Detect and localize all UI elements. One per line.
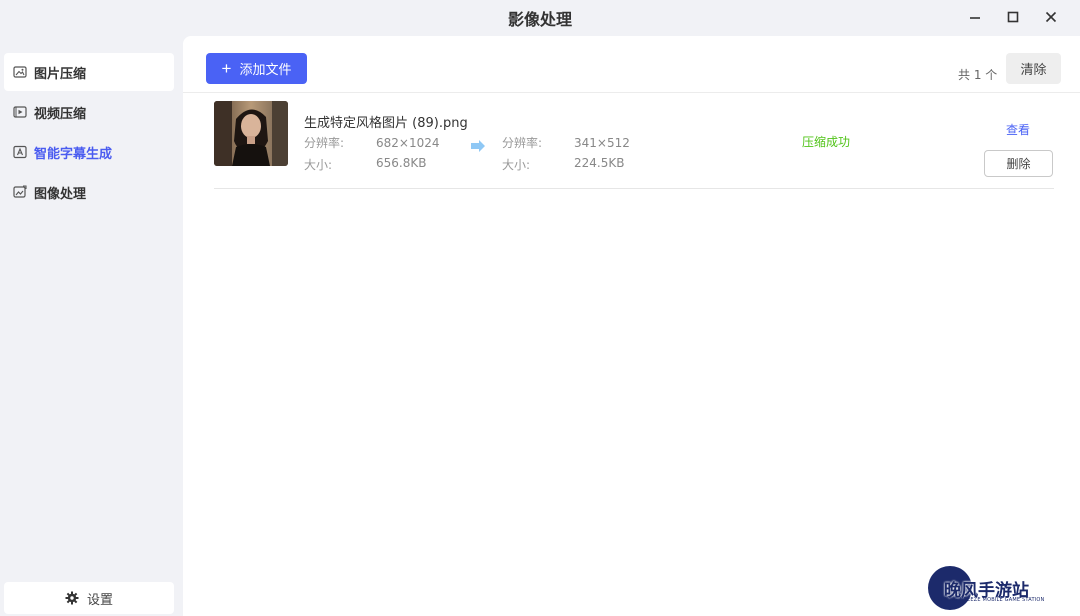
minimize-button[interactable] bbox=[956, 2, 994, 32]
original-resolution: 682×1024 bbox=[376, 136, 440, 150]
plus-icon: + bbox=[221, 59, 232, 78]
file-thumbnail bbox=[214, 101, 288, 166]
delete-button[interactable]: 删除 bbox=[984, 150, 1053, 177]
compressed-resolution-label: 分辨率: bbox=[502, 136, 543, 150]
title-bar: 影像处理 bbox=[0, 0, 1080, 36]
add-file-button[interactable]: + 添加文件 bbox=[206, 53, 307, 84]
gear-icon bbox=[65, 591, 79, 605]
video-icon bbox=[13, 105, 27, 119]
sidebar-item-image-process[interactable]: 图像处理 bbox=[4, 173, 174, 211]
sidebar-item-video-compress[interactable]: 视频压缩 bbox=[4, 93, 174, 131]
compressed-size-label: 大小: bbox=[502, 158, 531, 172]
sidebar-item-label: 视频压缩 bbox=[34, 106, 87, 122]
watermark-logo: 晚风手游站 EVENING BREEZE MOBILE GAME STATION bbox=[928, 566, 1068, 612]
minimize-icon bbox=[970, 17, 980, 19]
image-compress-icon bbox=[13, 65, 27, 79]
view-link[interactable]: 查看 bbox=[1006, 121, 1030, 138]
maximize-button[interactable] bbox=[994, 2, 1032, 32]
compressed-resolution: 341×512 bbox=[574, 136, 630, 150]
window-controls bbox=[956, 0, 1070, 34]
close-button[interactable] bbox=[1032, 2, 1070, 32]
compressed-size: 224.5KB bbox=[574, 156, 625, 170]
watermark-subtitle: EVENING BREEZE MOBILE GAME STATION bbox=[934, 597, 1045, 603]
sidebar-item-subtitle[interactable]: 智能字幕生成 bbox=[4, 133, 174, 171]
sidebar: 图片压缩 视频压缩 智能字幕生成 图像处理 设置 bbox=[0, 36, 183, 616]
original-resolution-label: 分辨率: bbox=[304, 136, 345, 150]
image-edit-icon bbox=[13, 185, 27, 199]
divider bbox=[183, 92, 1080, 93]
settings-button[interactable]: 设置 bbox=[4, 582, 174, 614]
sidebar-item-label: 图片压缩 bbox=[34, 66, 87, 82]
sidebar-item-label: 图像处理 bbox=[34, 186, 87, 202]
window-title: 影像处理 bbox=[507, 10, 572, 29]
original-size-label: 大小: bbox=[304, 158, 333, 172]
subtitle-icon bbox=[13, 145, 27, 159]
add-file-label: 添加文件 bbox=[239, 62, 292, 77]
settings-label: 设置 bbox=[86, 592, 113, 608]
original-size: 656.8KB bbox=[376, 156, 427, 170]
sidebar-item-image-compress[interactable]: 图片压缩 bbox=[4, 53, 174, 91]
maximize-icon bbox=[1007, 11, 1019, 23]
file-row: 生成特定风格图片 (89).png 分辨率: 682×1024 大小: 656.… bbox=[214, 100, 1054, 189]
arrow-right-icon bbox=[471, 140, 485, 152]
sidebar-item-label: 智能字幕生成 bbox=[34, 146, 113, 162]
main-panel: + 添加文件 共 1 个 清除 生成特定风格图片 (89).png 分辨率: 6… bbox=[183, 36, 1080, 616]
status-badge: 压缩成功 bbox=[802, 135, 851, 149]
file-name: 生成特定风格图片 (89).png bbox=[304, 116, 468, 131]
close-icon bbox=[1045, 11, 1057, 23]
file-count: 共 1 个 bbox=[958, 68, 998, 82]
clear-button[interactable]: 清除 bbox=[1006, 53, 1061, 84]
